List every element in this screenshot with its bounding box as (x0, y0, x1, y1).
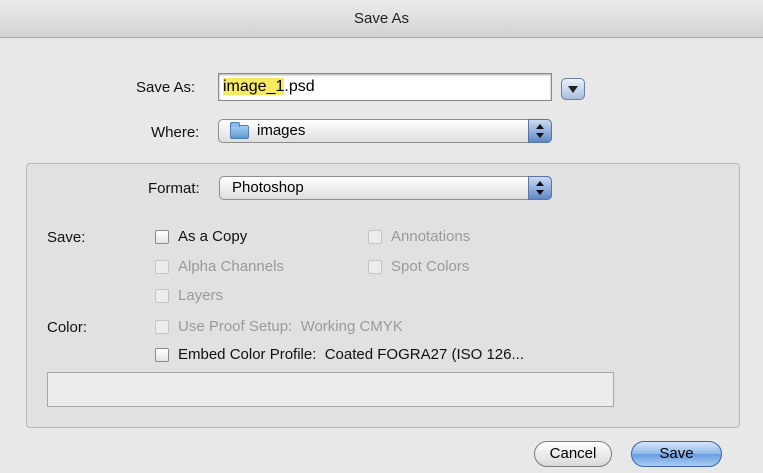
window-title: Save As (353, 10, 410, 27)
format-popup[interactable]: Photoshop (219, 176, 552, 200)
disclosure-triangle-icon (568, 86, 578, 93)
where-popup[interactable]: images (218, 119, 552, 143)
folder-icon (230, 122, 249, 139)
as-a-copy-label: As a Copy (178, 228, 248, 245)
where-value: images (257, 122, 306, 139)
alpha-channels-label: Alpha Channels (178, 258, 284, 275)
as-a-copy-checkbox[interactable] (155, 230, 169, 244)
use-proof-setup-checkbox[interactable] (155, 320, 169, 334)
expand-browser-button[interactable] (561, 78, 585, 100)
use-proof-setup-label: Use Proof Setup: Working CMYK (178, 318, 403, 335)
filename-selected-text: image_1 (223, 78, 285, 95)
alpha-channels-checkbox[interactable] (155, 260, 169, 274)
where-label: Where: (151, 124, 200, 141)
popup-arrows-icon (528, 119, 552, 143)
filename-field[interactable]: image_1.psd (218, 73, 552, 101)
annotations-label: Annotations (391, 228, 471, 245)
format-value: Photoshop (232, 179, 304, 196)
format-label: Format: (148, 180, 200, 197)
warning-info-box (47, 372, 614, 407)
save-as-label: Save As: (136, 79, 196, 96)
save-button[interactable]: Save (631, 441, 722, 467)
spot-colors-checkbox[interactable] (368, 260, 382, 274)
popup-arrows-icon (528, 176, 552, 200)
layers-checkbox[interactable] (155, 289, 169, 303)
color-section-label: Color: (47, 319, 88, 336)
save-section-label: Save: (47, 229, 86, 246)
cancel-button[interactable]: Cancel (534, 441, 612, 467)
layers-label: Layers (178, 287, 224, 304)
filename-extension-text: .psd (284, 78, 315, 95)
embed-color-profile-label: Embed Color Profile: Coated FOGRA27 (ISO… (178, 346, 524, 363)
spot-colors-label: Spot Colors (391, 258, 470, 275)
annotations-checkbox[interactable] (368, 230, 382, 244)
embed-color-profile-checkbox[interactable] (155, 348, 169, 362)
title-bar: Save As (0, 0, 763, 38)
